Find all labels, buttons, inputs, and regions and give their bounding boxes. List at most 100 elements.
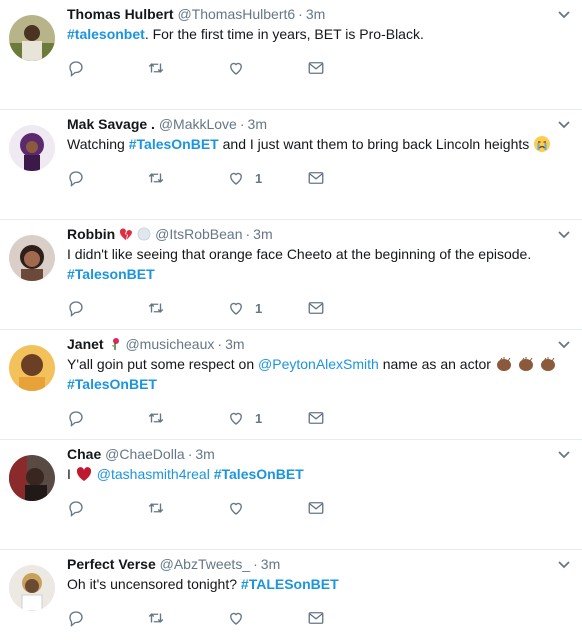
direct-message-button[interactable] <box>307 58 325 78</box>
direct-message-button[interactable] <box>307 408 325 428</box>
direct-message-button[interactable] <box>307 298 325 318</box>
mention-link[interactable]: @PeytonAlexSmith <box>258 356 379 372</box>
tweet-header: Mak Savage . @MakkLove · 3m <box>67 114 542 134</box>
tweet-text-line: #TalesonBET <box>67 264 542 284</box>
user-name[interactable]: Chae <box>67 446 101 462</box>
user-name[interactable]: Perfect Verse <box>67 556 156 572</box>
timestamp[interactable]: 3m <box>248 116 267 132</box>
reply-button[interactable] <box>67 608 85 628</box>
timestamp[interactable]: 3m <box>306 6 325 22</box>
tweet-item[interactable]: Robbin @ItsRobBean · 3m I didn't like seei… <box>0 220 582 330</box>
avatar[interactable] <box>9 15 55 61</box>
tweet-text-part: Oh it's uncensored tonight? <box>67 576 241 592</box>
more-options-button[interactable] <box>556 6 572 22</box>
retweet-button[interactable] <box>147 298 165 318</box>
envelope-icon <box>307 59 325 77</box>
retweet-icon <box>147 299 165 317</box>
envelope-icon <box>307 409 325 427</box>
user-handle[interactable]: @ItsRobBean <box>155 226 242 242</box>
tweet-item[interactable]: Chae @ChaeDolla · 3m I @tashasmith4real #T… <box>0 440 582 550</box>
tweet-item[interactable]: Janet @musicheaux · 3m Y'all goin put some… <box>0 330 582 440</box>
retweet-button[interactable] <box>147 608 165 628</box>
heart-icon <box>227 59 245 77</box>
separator-dot: · <box>239 116 245 132</box>
more-options-button[interactable] <box>556 336 572 352</box>
reply-button[interactable] <box>67 58 85 78</box>
user-name[interactable]: Mak Savage . <box>67 116 155 132</box>
chevron-down-icon <box>556 226 572 242</box>
retweet-icon <box>147 499 165 517</box>
user-handle[interactable]: @musicheaux <box>125 336 214 352</box>
reply-button[interactable] <box>67 168 85 188</box>
hashtag-link[interactable]: #TALESonBET <box>241 576 339 592</box>
retweet-icon <box>147 169 165 187</box>
reply-button[interactable] <box>67 408 85 428</box>
like-button[interactable] <box>227 498 255 518</box>
direct-message-button[interactable] <box>307 168 325 188</box>
hashtag-link[interactable]: #TalesOnBET <box>214 466 304 482</box>
heart-icon <box>227 609 245 627</box>
like-button[interactable]: 1 <box>227 168 262 188</box>
direct-message-button[interactable] <box>307 608 325 628</box>
like-count: 1 <box>255 300 263 316</box>
avatar[interactable] <box>9 125 55 171</box>
timestamp[interactable]: 3m <box>225 336 244 352</box>
tweet-text: Y'all goin put some respect on @PeytonAl… <box>67 354 555 374</box>
chevron-down-icon <box>556 556 572 572</box>
tweet-item[interactable]: Perfect Verse @AbzTweets_ · 3m Oh it's unc… <box>0 550 582 640</box>
reply-button[interactable] <box>67 298 85 318</box>
user-handle[interactable]: @ThomasHulbert6 <box>177 6 295 22</box>
user-handle[interactable]: @MakkLove <box>159 116 237 132</box>
user-handle[interactable]: @AbzTweets_ <box>160 556 250 572</box>
more-options-button[interactable] <box>556 226 572 242</box>
more-options-button[interactable] <box>556 556 572 572</box>
chevron-down-icon <box>556 116 572 132</box>
separator-dot: · <box>187 446 193 462</box>
tweet-header: Janet @musicheaux · 3m <box>67 334 542 354</box>
envelope-icon <box>307 169 325 187</box>
like-button[interactable]: 1 <box>227 408 262 428</box>
tweet-item[interactable]: Thomas Hulbert @ThomasHulbert6 · 3m #tales… <box>0 0 582 110</box>
user-handle[interactable]: @ChaeDolla <box>105 446 185 462</box>
hashtag-link[interactable]: #TalesOnBET <box>67 376 157 392</box>
reply-button[interactable] <box>67 498 85 518</box>
more-options-button[interactable] <box>556 116 572 132</box>
hashtag-link[interactable]: #TalesonBET <box>67 266 155 282</box>
mention-link[interactable]: @tashasmith4real <box>97 466 210 482</box>
retweet-button[interactable] <box>147 498 165 518</box>
heart-icon <box>227 299 245 317</box>
direct-message-button[interactable] <box>307 498 325 518</box>
like-button[interactable] <box>227 608 255 628</box>
tweet-item[interactable]: Mak Savage . @MakkLove · 3m Watching #Tale… <box>0 110 582 220</box>
avatar[interactable] <box>9 345 55 391</box>
more-options-button[interactable] <box>556 446 572 462</box>
tweet-text-part: and I just want them to bring back Linco… <box>218 136 530 152</box>
tweet-content: Janet @musicheaux · 3m Y'all goin put some… <box>67 334 555 427</box>
avatar[interactable] <box>9 565 55 611</box>
like-button[interactable] <box>227 58 255 78</box>
retweet-button[interactable] <box>147 58 165 78</box>
avatar[interactable] <box>9 235 55 281</box>
user-name[interactable]: Thomas Hulbert <box>67 6 174 22</box>
chevron-down-icon <box>556 6 572 22</box>
clapping-hands-icon <box>539 355 557 373</box>
timestamp[interactable]: 3m <box>195 446 214 462</box>
user-name[interactable]: Robbin <box>67 226 115 242</box>
avatar[interactable] <box>9 455 55 501</box>
envelope-icon <box>307 609 325 627</box>
retweet-button[interactable] <box>147 408 165 428</box>
tweet-text-part: I <box>67 466 71 482</box>
user-name[interactable]: Janet <box>67 336 104 352</box>
tweet-header: Thomas Hulbert @ThomasHulbert6 · 3m <box>67 4 542 24</box>
tweet-actions <box>67 58 367 78</box>
separator-dot: · <box>217 336 223 352</box>
retweet-button[interactable] <box>147 168 165 188</box>
tweet-text-part: name as an actor <box>378 356 491 372</box>
retweet-icon <box>147 609 165 627</box>
hashtag-link[interactable]: #TalesOnBET <box>129 136 219 152</box>
timestamp[interactable]: 3m <box>253 226 272 242</box>
like-button[interactable]: 1 <box>227 298 262 318</box>
hashtag-link[interactable]: #talesonbet <box>67 26 145 42</box>
tweet-text-part: Y'all goin put some respect on <box>67 356 259 372</box>
timestamp[interactable]: 3m <box>261 556 280 572</box>
